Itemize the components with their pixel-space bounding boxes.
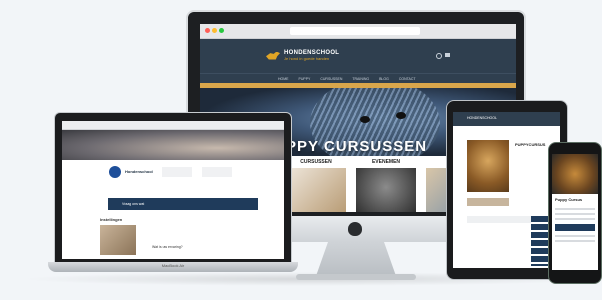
site-header: HONDENSCHOOL Je hond in goede handen (200, 39, 516, 73)
phone-screen: Puppy Cursus (552, 154, 598, 270)
browser-toolbar (62, 121, 284, 130)
card-title: EVENEMEN (371, 159, 401, 165)
search-icon[interactable] (436, 53, 442, 59)
cover-photo (62, 130, 284, 160)
minimize-window-icon[interactable] (212, 28, 217, 33)
profile-name[interactable]: Hondenschool (125, 169, 153, 174)
laptop-screen: Hondenschool Vraag ons wat Instellingen … (62, 121, 284, 259)
nav-item-training[interactable]: TRAINING (352, 77, 369, 81)
post-image (100, 225, 136, 255)
dog-eye (396, 112, 406, 119)
brand-subtitle: Je hond in goede handen (284, 56, 330, 61)
site-logo[interactable]: HONDENSCHOOL Je hond in goede handen (266, 50, 339, 61)
laptop: Hondenschool Vraag ons wat Instellingen … (48, 112, 298, 282)
nav-item-blog[interactable]: BLOG (379, 77, 389, 81)
text-line (555, 208, 595, 210)
thumbnail-strip[interactable] (467, 198, 509, 206)
text-line (555, 240, 595, 242)
section-label: Instellingen (100, 217, 123, 222)
nav-item-contact[interactable]: CONTACT (399, 77, 416, 81)
dog-logo-icon (266, 51, 280, 60)
phone: Puppy Cursus (548, 142, 602, 284)
category-card-evenementen[interactable]: EVENEMEN (356, 159, 416, 212)
cart-icon[interactable] (445, 53, 450, 57)
monitor-foot (296, 274, 416, 280)
tablet-screen: HONDENSCHOOL PUPPYCURSUS (453, 112, 560, 268)
dog-eye (360, 116, 370, 123)
message-banner[interactable]: Vraag ons wat (108, 198, 258, 210)
text-line (555, 235, 595, 237)
apple-logo-icon (348, 222, 362, 236)
nav-item-cursussen[interactable]: CURSUSSEN (320, 77, 342, 81)
hero-title: PPY CURSUSSEN (286, 138, 428, 155)
product-title: PUPPYCURSUS (515, 142, 546, 147)
product-image (467, 140, 509, 192)
browser-toolbar (200, 24, 516, 39)
tablet-header: HONDENSCHOOL (453, 112, 560, 126)
text-line (555, 218, 595, 220)
laptop-brand: MacBook Air (161, 263, 185, 268)
post-text: Wat is uw ervaring? (152, 245, 183, 249)
close-window-icon[interactable] (205, 28, 210, 33)
avatar[interactable] (109, 166, 121, 178)
text-line (555, 213, 595, 215)
product-image (552, 154, 598, 194)
buy-button[interactable] (555, 224, 595, 231)
card-image (356, 168, 416, 212)
monitor-stand (316, 242, 396, 276)
product-title: Puppy Cursus (555, 197, 583, 202)
nav-item-puppy[interactable]: PUPPY (299, 77, 311, 81)
nav-item-home[interactable]: HOME (278, 77, 289, 81)
profile-strip: Hondenschool (62, 160, 284, 186)
main-nav: HOME PUPPY CURSUSSEN TRAINING BLOG CONTA… (200, 73, 516, 83)
banner-text: Vraag ons wat (122, 202, 145, 206)
info-box (162, 167, 192, 177)
tablet-header-text: HONDENSCHOOL (467, 116, 497, 120)
maximize-window-icon[interactable] (219, 28, 224, 33)
address-bar[interactable] (290, 27, 420, 35)
info-box (202, 167, 232, 177)
